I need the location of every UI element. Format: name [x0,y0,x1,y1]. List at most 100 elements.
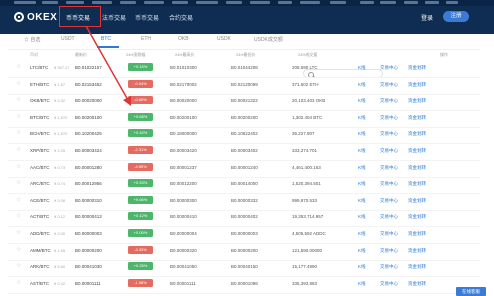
table-row[interactable]: ☆ XRP/BTC ¥ 2.25 B0.00003424 -2.31% B0.000034… [8,143,480,161]
favorite-star-icon[interactable]: ☆ [16,197,21,203]
trade-center-link[interactable]: 交易中心 [380,131,398,137]
trade-center-link[interactable]: 交易中心 [380,98,398,104]
nav-fiat-trading[interactable]: 法币交易 [102,13,126,22]
kline-link[interactable]: K线 [358,181,366,187]
trade-center-link[interactable]: 交易中心 [380,281,398,287]
help-chat-button[interactable]: 在线客服 [456,287,486,296]
kline-link[interactable]: K线 [358,214,366,220]
trade-center-link[interactable]: 交易中心 [380,65,398,71]
pair-name[interactable]: XRP/BTC [30,148,50,153]
pair-name[interactable]: ETH/BTC [30,82,49,87]
table-row[interactable]: ☆ ETH/BTC ¥ 1.57 B0.02153452 -0.04% B0.021700… [8,77,480,95]
kline-link[interactable]: K线 [358,264,366,270]
table-row[interactable]: ☆ LTC/BTC ¥ 397.27 B0.01022157 +0.15% B0.0101… [8,60,480,78]
transfer-link[interactable]: 资金划转 [408,148,426,154]
favorite-star-icon[interactable]: ☆ [16,130,21,136]
transfer-link[interactable]: 资金划转 [408,214,426,220]
col-header-low[interactable]: 24H最低价 [236,52,255,58]
register-button[interactable]: 注册 [443,11,469,22]
table-row[interactable]: ☆ AST/BTC ¥ 0.42 B0.00001111 -1.98% B0.000011… [8,276,480,294]
table-row[interactable]: ☆ AMM/BTC ¥ 1.55 B0.00000200 -3.33% B0.000003… [8,243,480,261]
table-row[interactable]: ☆ ACE/BTC ¥ 0.08 B0.00000310 +9.66% B0.000003… [8,193,480,211]
kline-link[interactable]: K线 [358,281,366,287]
trade-center-link[interactable]: 交易中心 [380,198,398,204]
trade-center-link[interactable]: 交易中心 [380,214,398,220]
favorite-star-icon[interactable]: ☆ [16,164,21,170]
trade-center-link[interactable]: 交易中心 [380,115,398,121]
col-header-high[interactable]: 24H最高价 [175,52,194,58]
favorite-star-icon[interactable]: ☆ [16,247,21,253]
transfer-link[interactable]: 资金划转 [408,264,426,270]
transfer-link[interactable]: 资金划转 [408,198,426,204]
kline-link[interactable]: K线 [358,82,366,88]
tab-usdt[interactable]: USDT [61,36,75,42]
table-row[interactable]: ☆ ARC/BTC ¥ 0.74 B0.00012956 +0.53% B0.000122… [8,176,480,195]
favorite-star-icon[interactable]: ☆ [16,81,21,87]
favorite-star-icon[interactable]: ☆ [16,64,21,70]
favorite-star-icon[interactable]: ☆ [16,114,21,120]
pair-name[interactable]: ARC/BTC [30,181,50,186]
pair-name[interactable]: BCH/BTC [30,131,50,136]
kline-link[interactable]: K线 [358,115,366,121]
tab-okb[interactable]: OKB [178,36,189,42]
trade-center-link[interactable]: 交易中心 [380,264,398,270]
kline-link[interactable]: K线 [358,65,366,71]
nav-coin-trading-2[interactable]: 币币交易 [135,13,159,22]
favorite-star-icon[interactable]: ☆ [16,263,21,269]
transfer-link[interactable]: 资金划转 [408,181,426,187]
kline-link[interactable]: K线 [358,131,366,137]
table-row[interactable]: ☆ BTC/BTC ¥ 1,570 B0.00200100 +0.68% B0.00200… [8,110,480,128]
kline-link[interactable]: K线 [358,248,366,254]
table-row[interactable]: ☆ BCH/BTC ¥ 1,570 B0.10200425 +0.42% B0.18000… [8,126,480,145]
pair-name[interactable]: AST/BTC [30,281,49,286]
trade-center-link[interactable]: 交易中心 [380,181,398,187]
transfer-link[interactable]: 资金划转 [408,131,426,137]
transfer-link[interactable]: 资金划转 [408,248,426,254]
pair-name[interactable]: LTC/BTC [30,65,48,70]
favorite-star-icon[interactable]: ☆ [16,97,21,103]
login-button[interactable]: 登录 [421,13,433,22]
trade-center-link[interactable]: 交易中心 [380,165,398,171]
favorite-star-icon[interactable]: ☆ [16,180,21,186]
kline-link[interactable]: K线 [358,165,366,171]
tab-eth[interactable]: ETH [141,36,151,42]
favorite-star-icon[interactable]: ☆ [16,280,21,286]
table-row[interactable]: ☆ ADD/BTC ¥ 0.00 B0.00000003 +0.00% B0.000000… [8,226,480,244]
pair-name[interactable]: AMM/BTC [30,248,51,253]
transfer-link[interactable]: 资金划转 [408,115,426,121]
transfer-link[interactable]: 资金划转 [408,231,426,237]
transfer-link[interactable]: 资金划转 [408,165,426,171]
transfer-link[interactable]: 资金划转 [408,98,426,104]
pair-name[interactable]: AAC/BTC [30,165,50,170]
col-header-pair[interactable]: 币对 [30,52,38,58]
table-row[interactable]: ☆ OKB/BTC ¥ 3.32 B0.00020000 -0.60% B0.000200… [8,93,480,112]
pair-name[interactable]: ADD/BTC [30,231,50,236]
favorite-star-icon[interactable]: ☆ [16,213,21,219]
transfer-link[interactable]: 资金划转 [408,65,426,71]
col-header-change[interactable]: 24H涨跌幅 [126,52,145,58]
table-row[interactable]: ☆ ACT/BTC ¥ 0.12 B0.00000413 +0.12% B0.000004… [8,209,480,228]
trade-center-link[interactable]: 交易中心 [380,248,398,254]
trade-center-link[interactable]: 交易中心 [380,148,398,154]
trade-center-link[interactable]: 交易中心 [380,231,398,237]
transfer-link[interactable]: 资金划转 [408,82,426,88]
kline-link[interactable]: K线 [358,98,366,104]
pair-name[interactable]: ACE/BTC [30,198,50,203]
nav-contract-trading[interactable]: 合约交易 [169,13,193,22]
pair-name[interactable]: OKB/BTC [30,98,50,103]
kline-link[interactable]: K线 [358,231,366,237]
table-row[interactable]: ☆ ARK/BTC ¥ 5.60 B0.00041030 +0.25% B0.000410… [8,259,480,278]
tab-usdk-volume[interactable]: USDK成交额 [254,36,283,43]
kline-link[interactable]: K线 [358,198,366,204]
pair-name[interactable]: ARK/BTC [30,264,50,269]
transfer-link[interactable]: 资金划转 [408,281,426,287]
pair-name[interactable]: BTC/BTC [30,115,49,120]
trade-center-link[interactable]: 交易中心 [380,82,398,88]
pair-name[interactable]: ACT/BTC [30,214,49,219]
tab-btc[interactable]: BTC [101,36,111,42]
kline-link[interactable]: K线 [358,148,366,154]
table-row[interactable]: ☆ AAC/BTC ¥ 0.73 B0.00001280 -4.85% B0.000012… [8,160,480,178]
favorite-star-icon[interactable]: ☆ [16,230,21,236]
col-header-volume[interactable]: 24H成交量 [298,52,317,58]
tab-usdk[interactable]: USDK [217,36,231,42]
